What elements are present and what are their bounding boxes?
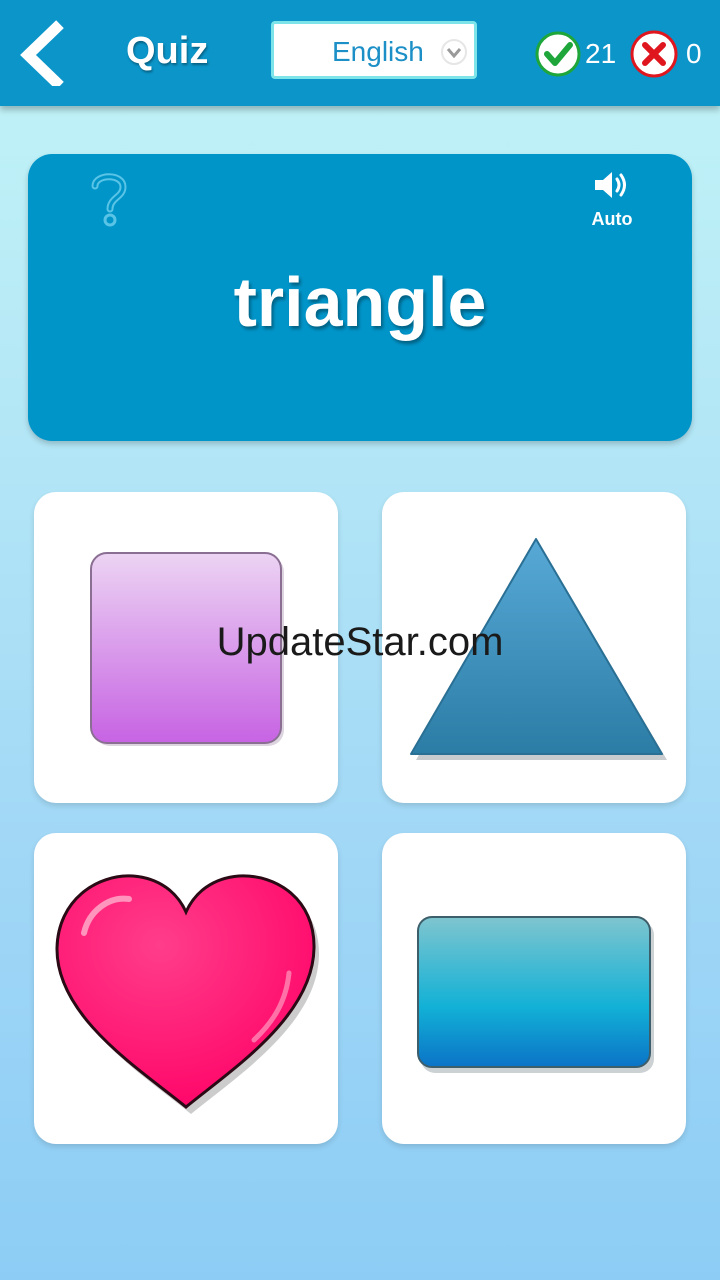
- rectangle-shape: [417, 916, 654, 1073]
- watermark-text: UpdateStar.com: [216, 620, 504, 664]
- speaker-icon: [595, 172, 626, 198]
- question-card: Auto triangle: [28, 154, 692, 441]
- correct-score: 21: [535, 30, 616, 78]
- chevron-left-icon: [20, 20, 64, 90]
- top-bar: Quiz English 21 0: [0, 0, 720, 106]
- answer-card-rectangle[interactable]: [382, 833, 686, 1144]
- help-icon[interactable]: [86, 170, 132, 233]
- answer-card-heart[interactable]: [34, 833, 338, 1144]
- language-select-value: English: [332, 36, 424, 67]
- audio-auto-button[interactable]: Auto: [578, 168, 646, 229]
- chevron-down-icon: [440, 38, 468, 71]
- page-title: Quiz: [126, 30, 209, 72]
- x-circle-icon: [630, 30, 678, 78]
- check-circle-icon: [535, 31, 581, 77]
- correct-count: 21: [585, 38, 617, 69]
- question-word: triangle: [233, 263, 487, 341]
- wrong-score: 0: [630, 30, 702, 78]
- wrong-count: 0: [686, 38, 702, 69]
- language-select[interactable]: English: [271, 21, 477, 79]
- audio-auto-label: Auto: [591, 209, 633, 229]
- back-button[interactable]: [12, 20, 72, 90]
- heart-shape: [55, 874, 320, 1114]
